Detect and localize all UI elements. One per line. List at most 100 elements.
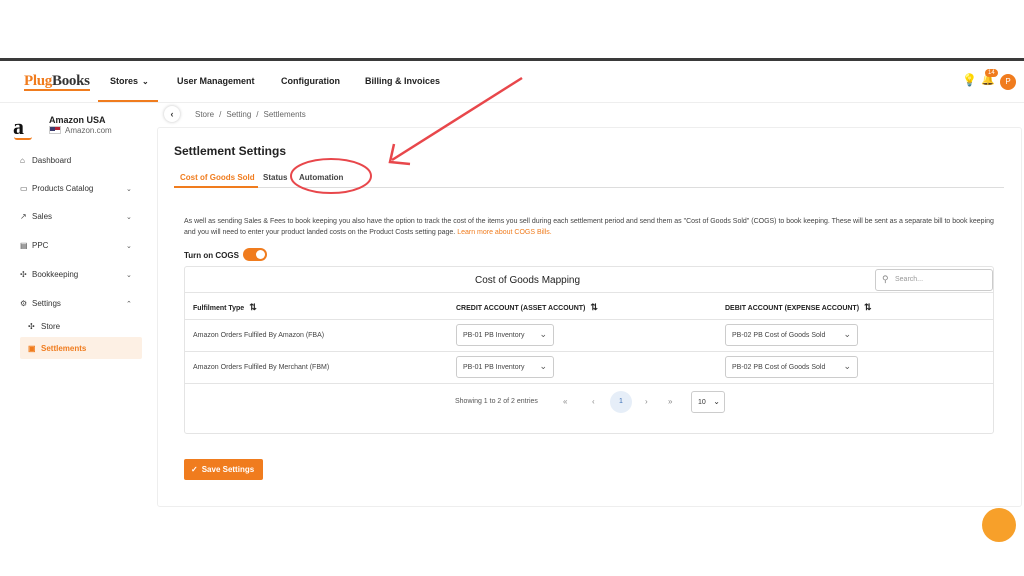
credit-account-select[interactable]: PB-01 PB Inventory ⌄: [456, 356, 554, 378]
page-size-select[interactable]: 10 ⌄: [691, 391, 725, 413]
chevron-down-icon: ⌄: [126, 213, 132, 221]
breadcrumb-item[interactable]: Setting: [226, 110, 251, 119]
sort-icon[interactable]: ⇅: [590, 302, 598, 312]
box-icon: ▭: [20, 184, 28, 193]
sidebar-subitem-label: Store: [41, 322, 61, 331]
page-title: Settlement Settings: [174, 144, 287, 158]
ppc-icon: ▤: [20, 241, 28, 250]
save-settings-button[interactable]: ✓ Save Settings: [184, 459, 263, 480]
home-icon: ⌂: [20, 156, 25, 165]
pagination-info: Showing 1 to 2 of 2 entries: [455, 398, 538, 405]
column-header-label: Fulfilment Type: [193, 305, 245, 312]
tab-automation[interactable]: Automation: [299, 173, 343, 182]
column-header-debit-account[interactable]: DEBIT ACCOUNT (EXPENSE ACCOUNT) ⇅: [725, 302, 872, 313]
select-value: PB-01 PB Inventory: [463, 332, 525, 339]
search-input[interactable]: ⚲ Search...: [875, 269, 993, 291]
table-title-row: Cost of Goods Mapping ⚲ Search...: [185, 267, 993, 293]
sidebar-subitem-settlements[interactable]: ▣ Settlements: [28, 344, 86, 353]
notification-badge: 14: [985, 69, 998, 77]
logo-underline: [24, 89, 90, 91]
chevron-down-icon: ⌄: [713, 397, 720, 406]
page-number-current[interactable]: 1: [610, 391, 632, 413]
description-text: As well as sending Sales & Fees to book …: [184, 218, 994, 236]
table-header-row: Fulfilment Type ⇅ CREDIT ACCOUNT (ASSET A…: [185, 293, 993, 320]
tab-cost-of-goods-sold[interactable]: Cost of Goods Sold: [180, 173, 255, 182]
chevron-down-icon: ⌄: [126, 271, 132, 279]
nav-user-management[interactable]: User Management: [177, 76, 255, 86]
nav-stores[interactable]: Stores ⌄: [110, 76, 149, 86]
store-name: Amazon USA: [49, 115, 106, 125]
sidebar-item-settings[interactable]: ⚙ Settings ⌃: [20, 299, 132, 308]
sidebar-item-label: Dashboard: [32, 156, 72, 165]
avatar[interactable]: P: [1000, 74, 1016, 90]
top-nav: PlugBooks Stores ⌄ User Management Config…: [0, 61, 1024, 103]
sidebar: a Amazon USA Amazon.com ⌂ Dashboard ▭ Prod…: [0, 104, 152, 524]
table-title: Cost of Goods Mapping: [475, 275, 581, 286]
lightbulb-icon[interactable]: 💡: [962, 73, 977, 87]
column-header-label: CREDIT ACCOUNT (ASSET ACCOUNT): [456, 305, 586, 312]
chevron-down-icon: ⌄: [126, 242, 132, 250]
breadcrumb-item: Settlements: [263, 110, 306, 119]
tab-status[interactable]: Status: [263, 173, 287, 182]
chevron-down-icon: ⌄: [843, 361, 851, 371]
debit-account-select[interactable]: PB-02 PB Cost of Goods Sold ⌄: [725, 324, 858, 346]
sidebar-item-label: Products Catalog: [32, 184, 94, 193]
breadcrumb-item[interactable]: Store: [195, 110, 214, 119]
prev-page-icon[interactable]: ‹: [592, 397, 595, 406]
sidebar-item-label: Sales: [32, 212, 53, 221]
gear-icon: ⚙: [20, 299, 28, 308]
bookkeeping-icon: ✣: [20, 270, 27, 279]
column-header-credit-account[interactable]: CREDIT ACCOUNT (ASSET ACCOUNT) ⇅: [456, 302, 598, 313]
select-value: PB-01 PB Inventory: [463, 364, 525, 371]
help-chat-button[interactable]: [982, 508, 1016, 542]
tab-active-underline: [174, 186, 258, 188]
column-header-label: DEBIT ACCOUNT (EXPENSE ACCOUNT): [725, 305, 860, 312]
us-flag-icon: [49, 126, 61, 134]
cogs-mapping-table: Cost of Goods Mapping ⚲ Search... Fulfil…: [184, 266, 994, 434]
first-page-icon[interactable]: «: [563, 397, 567, 406]
chevron-down-icon: ⌄: [539, 329, 547, 339]
sort-icon[interactable]: ⇅: [249, 302, 257, 312]
back-button[interactable]: ‹: [164, 106, 180, 122]
sidebar-item-sales[interactable]: ↗ Sales ⌄: [20, 212, 132, 221]
chart-icon: ↗: [20, 212, 27, 221]
last-page-icon[interactable]: »: [668, 397, 672, 406]
sidebar-item-dashboard[interactable]: ⌂ Dashboard: [20, 156, 71, 165]
fulfilment-type-cell: Amazon Orders Fulfiled By Amazon (FBA): [193, 332, 325, 339]
sidebar-item-ppc[interactable]: ▤ PPC ⌄: [20, 241, 132, 250]
store-url: Amazon.com: [65, 126, 112, 135]
select-value: PB-02 PB Cost of Goods Sold: [732, 364, 826, 371]
table-row: Amazon Orders Fulfiled By Merchant (FBM)…: [185, 352, 993, 384]
check-icon: ✓: [191, 465, 198, 474]
breadcrumb-separator: /: [219, 110, 222, 119]
amazon-smile-icon: [14, 137, 32, 140]
sidebar-item-products-catalog[interactable]: ▭ Products Catalog ⌄: [20, 184, 132, 193]
nav-configuration[interactable]: Configuration: [281, 76, 340, 86]
sidebar-subitem-label: Settlements: [41, 344, 87, 353]
next-page-icon[interactable]: ›: [645, 397, 648, 406]
breadcrumb-separator: /: [256, 110, 259, 119]
search-icon: ⚲: [882, 274, 889, 284]
sidebar-item-label: Bookkeeping: [32, 270, 79, 279]
fulfilment-type-cell: Amazon Orders Fulfiled By Merchant (FBM): [193, 364, 330, 371]
debit-account-select[interactable]: PB-02 PB Cost of Goods Sold ⌄: [725, 356, 858, 378]
cogs-toggle[interactable]: [243, 248, 267, 261]
logo-plug-text: Plug: [24, 73, 52, 89]
cogs-description: As well as sending Sales & Fees to book …: [184, 216, 994, 238]
select-value: PB-02 PB Cost of Goods Sold: [732, 332, 826, 339]
credit-account-select[interactable]: PB-01 PB Inventory ⌄: [456, 324, 554, 346]
learn-more-link[interactable]: Learn more about COGS Bills.: [457, 229, 552, 236]
settlements-icon: ▣: [28, 344, 36, 353]
chevron-down-icon: ⌄: [126, 185, 132, 193]
chevron-left-icon: ‹: [170, 109, 174, 119]
sort-icon[interactable]: ⇅: [864, 302, 872, 312]
column-header-fulfilment-type[interactable]: Fulfilment Type ⇅: [193, 302, 257, 313]
plugbooks-logo[interactable]: PlugBooks: [24, 73, 90, 90]
sidebar-subitem-store[interactable]: ✣ Store: [28, 322, 60, 331]
sidebar-item-bookkeeping[interactable]: ✣ Bookkeeping ⌄: [20, 270, 132, 279]
nav-billing-invoices[interactable]: Billing & Invoices: [365, 76, 440, 86]
chevron-down-icon: ⌄: [142, 77, 149, 86]
page-size-value: 10: [698, 399, 706, 406]
cogs-toggle-label: Turn on COGS: [184, 251, 239, 260]
save-button-label: Save Settings: [201, 465, 255, 474]
